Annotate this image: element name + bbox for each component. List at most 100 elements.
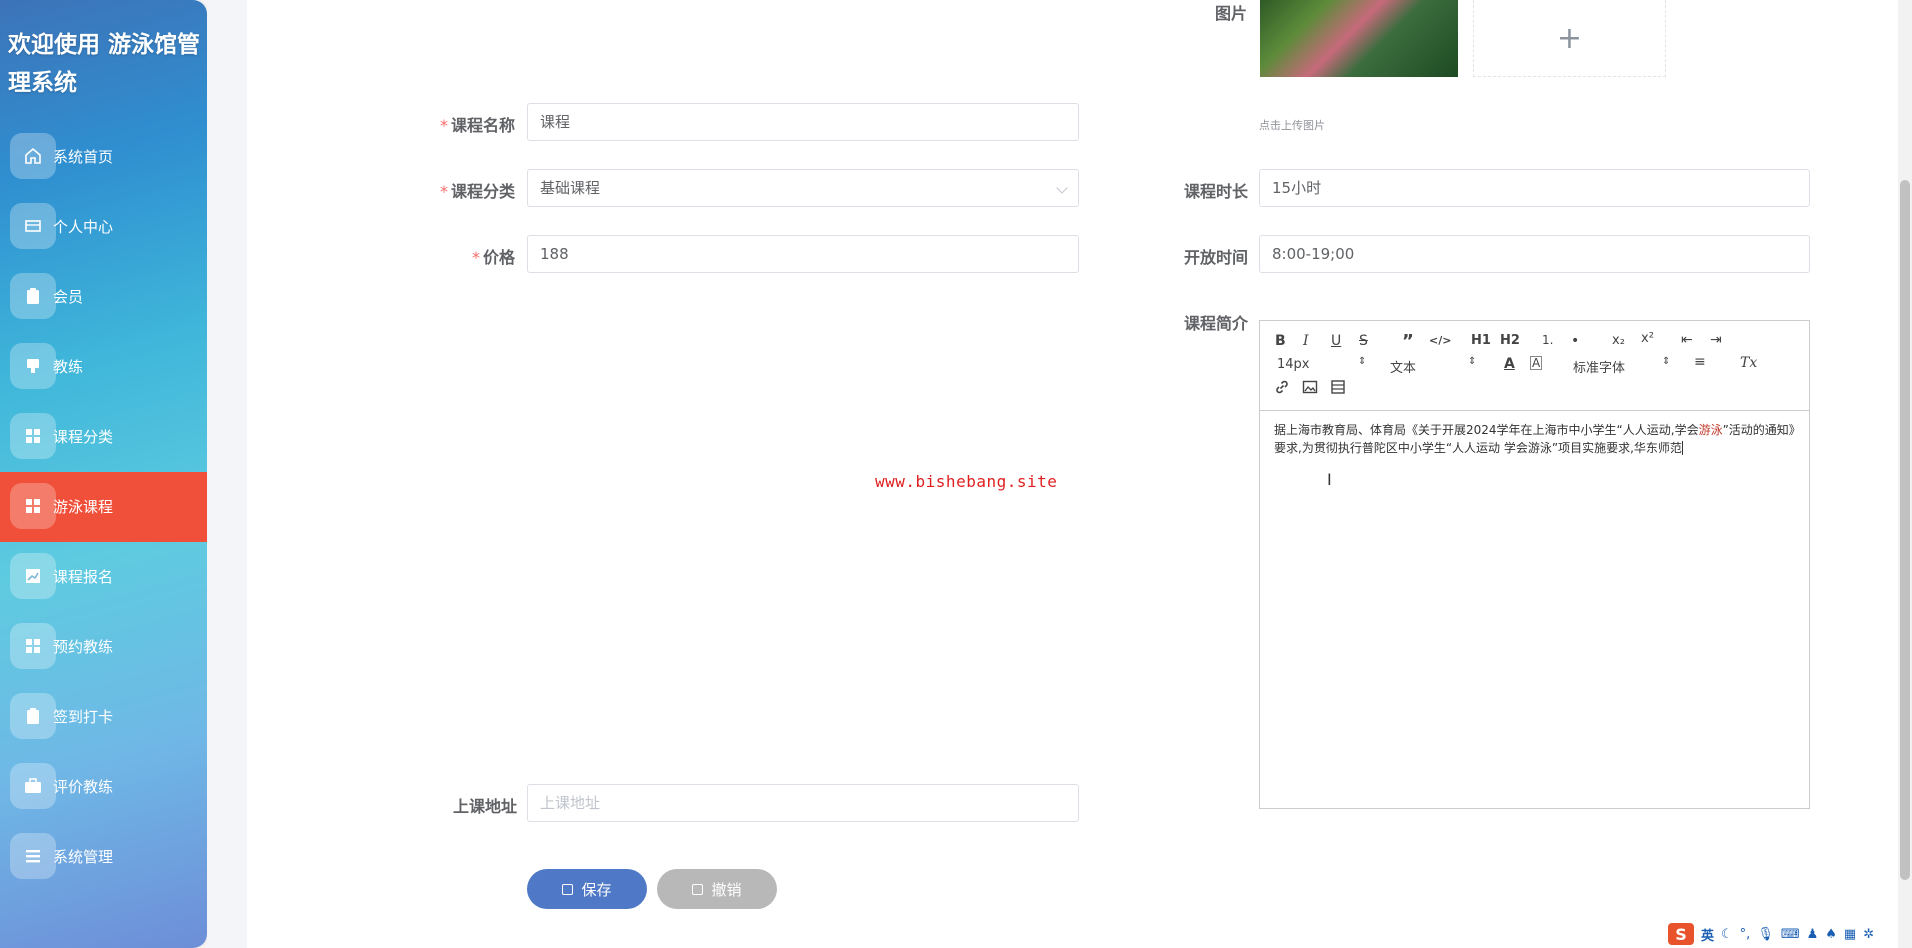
sidebar-item-label: 评价教练	[53, 778, 114, 796]
sidebar-item-coaches[interactable]: 教练	[0, 332, 207, 402]
superscript-button[interactable]: x²	[1641, 331, 1654, 346]
ime-toolbar: S 英 ☾ °, 🎙 ⌨ ♟ ♠ ▦ ✲	[1668, 922, 1874, 946]
sidebar-item-course-category[interactable]: 课程分类	[0, 402, 207, 472]
settings-icon[interactable]: ✲	[1863, 927, 1874, 942]
text-caret: ​	[1681, 441, 1683, 455]
required-mark: *	[440, 182, 448, 201]
user-icon[interactable]: ♟	[1807, 927, 1819, 942]
outdent-button[interactable]: ⇤	[1681, 332, 1693, 348]
card-icon	[10, 203, 56, 249]
image-icon[interactable]	[1302, 379, 1318, 399]
briefcase-icon	[10, 763, 56, 809]
font-size-select[interactable]: 14px	[1277, 357, 1310, 372]
intro-label: 课程简介	[1184, 314, 1249, 333]
keyboard-icon[interactable]: ⌨	[1781, 927, 1800, 942]
grid-icon	[10, 623, 56, 669]
price-label: * 价格	[472, 248, 516, 267]
editor-content[interactable]: 据上海市教育局、体育局《关于开展2024学年在上海市中小学生“人人运动,学会游泳…	[1274, 421, 1798, 457]
background-color-button[interactable]: A	[1530, 356, 1543, 370]
sidebar-item-label: 系统管理	[53, 848, 114, 866]
shirt-icon[interactable]: ♠	[1825, 927, 1837, 942]
course-category-select[interactable]: 基础课程	[527, 169, 1079, 207]
clipboard-icon	[10, 693, 56, 739]
page-scrollbar[interactable]	[1898, 0, 1912, 948]
strike-button[interactable]: S	[1359, 333, 1368, 349]
grid-icon	[10, 483, 56, 529]
duration-label: 课程时长	[1184, 182, 1249, 201]
image-label: 图片	[1215, 4, 1248, 23]
sort-arrows-icon: ⇕	[1662, 356, 1671, 367]
open-time-label: 开放时间	[1184, 248, 1249, 267]
home-icon	[10, 133, 56, 179]
subscript-button[interactable]: x₂	[1612, 333, 1625, 348]
image-upload-button[interactable]: +	[1473, 0, 1666, 77]
sidebar-item-label: 个人中心	[53, 218, 114, 236]
h2-button[interactable]: H2	[1500, 333, 1520, 348]
h1-button[interactable]: H1	[1471, 333, 1491, 348]
sidebar-item-members[interactable]: 会员	[0, 262, 207, 332]
plus-icon: +	[1556, 20, 1583, 56]
sidebar-item-label: 课程报名	[53, 568, 114, 586]
coach-icon	[10, 343, 56, 389]
uploaded-image-thumbnail[interactable]	[1260, 0, 1458, 77]
course-category-label: * 课程分类	[440, 182, 516, 201]
sidebar-item-system[interactable]: 系统管理	[0, 822, 207, 892]
sort-arrows-icon: ⇕	[1358, 356, 1367, 367]
grid-menu-icon[interactable]: ▦	[1844, 927, 1856, 942]
clipboard-icon	[10, 273, 56, 319]
bullet-list-button[interactable]: •	[1571, 333, 1579, 349]
sidebar: 欢迎使用 游泳馆管理系统 系统首页 个人中心 会员 教练 课程分类 游泳课程 课…	[0, 0, 207, 948]
sidebar-item-profile[interactable]: 个人中心	[0, 192, 207, 262]
list-icon	[10, 833, 56, 879]
editor-toolbar: B I U S ” </> H1 H2 1. • x₂ x² ⇤ ⇥ 14px …	[1260, 321, 1809, 411]
sidebar-item-checkin[interactable]: 签到打卡	[0, 682, 207, 752]
required-mark: *	[440, 116, 448, 135]
punctuation-icon[interactable]: °,	[1740, 927, 1751, 942]
sidebar-item-rate-coach[interactable]: 评价教练	[0, 752, 207, 822]
sidebar-item-book-coach[interactable]: 预约教练	[0, 612, 207, 682]
italic-button[interactable]: I	[1303, 333, 1309, 349]
close-icon	[692, 883, 704, 895]
course-category-value: 基础课程	[540, 179, 601, 197]
scrollbar-thumb[interactable]	[1900, 180, 1910, 880]
chevron-down-icon	[1056, 182, 1068, 194]
sidebar-item-home[interactable]: 系统首页	[0, 122, 207, 192]
font-color-button[interactable]: A	[1504, 356, 1515, 372]
indent-button[interactable]: ⇥	[1710, 332, 1722, 348]
font-family-select[interactable]: 标准字体	[1573, 357, 1625, 376]
blockquote-button[interactable]: ”	[1402, 331, 1414, 352]
ibeam-cursor-icon: Ⅰ	[1327, 470, 1332, 489]
cancel-button[interactable]: 撤销	[657, 869, 777, 909]
price-input[interactable]: 188	[527, 235, 1079, 273]
sogou-ime-icon[interactable]: S	[1668, 923, 1694, 945]
sidebar-item-label: 会员	[53, 288, 84, 306]
language-toggle[interactable]: 英	[1701, 925, 1714, 944]
open-time-input[interactable]: 8:00-19;00	[1259, 235, 1810, 273]
rich-text-editor: B I U S ” </> H1 H2 1. • x₂ x² ⇤ ⇥ 14px …	[1259, 320, 1810, 809]
app-title: 欢迎使用 游泳馆管理系统	[8, 32, 201, 96]
duration-input[interactable]: 15小时	[1259, 169, 1810, 207]
moon-icon[interactable]: ☾	[1721, 927, 1733, 942]
ordered-list-button[interactable]: 1.	[1542, 333, 1553, 347]
microphone-icon[interactable]: 🎙	[1757, 927, 1774, 942]
sidebar-item-swim-course[interactable]: 游泳课程	[0, 472, 207, 542]
edit-icon	[562, 883, 574, 895]
clear-format-button[interactable]: Tx	[1740, 355, 1757, 371]
course-name-input[interactable]: 课程	[527, 103, 1079, 141]
address-input[interactable]: 上课地址	[527, 784, 1079, 822]
sidebar-item-enrollment[interactable]: 课程报名	[0, 542, 207, 612]
save-button[interactable]: 保存	[527, 869, 647, 909]
code-button[interactable]: </>	[1429, 334, 1451, 347]
video-icon[interactable]	[1330, 379, 1346, 399]
required-mark: *	[472, 248, 480, 267]
heading-select[interactable]: 文本	[1390, 357, 1416, 376]
sort-arrows-icon: ⇕	[1468, 356, 1477, 367]
grid-icon	[10, 413, 56, 459]
align-button[interactable]: ≡	[1694, 354, 1706, 370]
sidebar-item-label: 游泳课程	[53, 498, 114, 516]
bold-button[interactable]: B	[1275, 333, 1286, 349]
link-icon[interactable]	[1274, 379, 1290, 399]
underline-button[interactable]: U	[1331, 333, 1341, 349]
address-label: 上课地址	[453, 797, 518, 816]
sidebar-menu: 系统首页 个人中心 会员 教练 课程分类 游泳课程 课程报名 预约教练 签到打卡…	[0, 122, 207, 892]
